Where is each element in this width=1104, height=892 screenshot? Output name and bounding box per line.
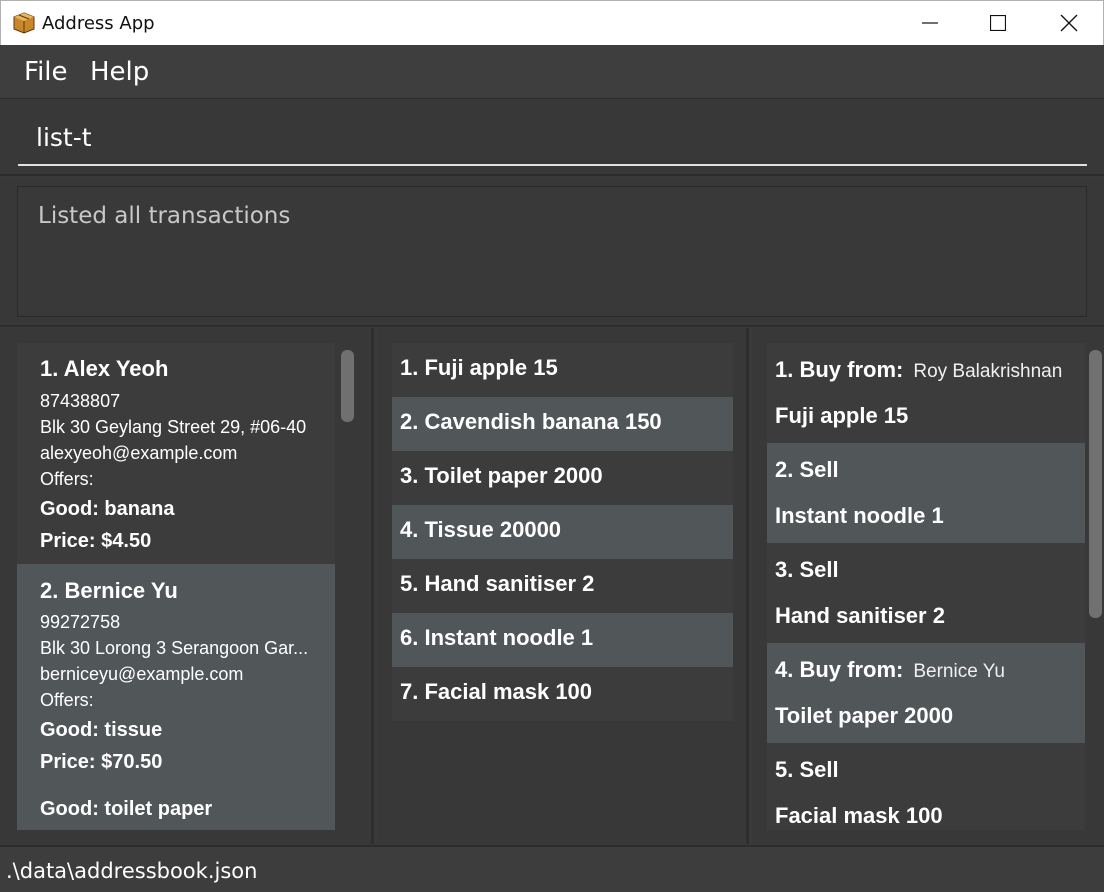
person-address: Blk 30 Lorong 3 Serangoon Gar...: [40, 638, 309, 658]
menu-bar: File Help: [0, 45, 1104, 99]
transaction-header: 5. Sell: [775, 757, 839, 783]
offer-good: Good: banana: [40, 498, 175, 520]
transaction-type: 2. Sell: [775, 457, 839, 482]
goods-label: 3. Toilet paper 2000: [400, 463, 603, 488]
transaction-list-scrollbar[interactable]: [1089, 350, 1102, 618]
transaction-good: Facial mask 100: [775, 803, 943, 828]
title-bar: Address App: [0, 0, 1104, 45]
transaction-party: Roy Balakrishnan: [913, 361, 1063, 382]
command-input[interactable]: [18, 110, 1087, 166]
goods-label: 5. Hand sanitiser 2: [400, 571, 595, 596]
transaction-header: 4. Buy from: Bernice Yu: [775, 657, 1005, 683]
menu-help[interactable]: Help: [90, 57, 149, 87]
person-email: berniceyu@example.com: [40, 664, 244, 684]
maximize-button[interactable]: [963, 1, 1033, 45]
offer-good: Good: tissue: [40, 719, 163, 741]
offer-price: Price: $70.50: [40, 751, 163, 773]
transaction-card[interactable]: 4. Buy from: Bernice Yu Toilet paper 2000: [767, 643, 1085, 743]
person-name: 2. Bernice Yu: [40, 578, 178, 603]
close-icon: [1060, 14, 1078, 32]
transaction-list[interactable]: 1. Buy from: Roy Balakrishnan Fuji apple …: [767, 343, 1085, 830]
goods-row[interactable]: 5. Hand sanitiser 2: [392, 559, 733, 613]
transaction-list-panel: 1. Buy from: Roy Balakrishnan Fuji apple …: [752, 328, 1104, 844]
person-card[interactable]: 1. Alex Yeoh 87438807 Blk 30 Geylang Str…: [17, 343, 335, 564]
transaction-good: Instant noodle 1: [775, 503, 944, 528]
offer-price: Price: $4.50: [40, 530, 152, 552]
minimize-icon: [922, 22, 938, 24]
transaction-header: 2. Sell: [775, 457, 839, 483]
goods-label: 1. Fuji apple 15: [400, 355, 558, 380]
transaction-party: Bernice Yu: [913, 661, 1005, 682]
person-address: Blk 30 Geylang Street 29, #06-40: [40, 417, 307, 437]
person-list[interactable]: 1. Alex Yeoh 87438807 Blk 30 Geylang Str…: [17, 343, 335, 830]
person-list-scrollbar[interactable]: [341, 350, 354, 422]
status-file-path: .\data\addressbook.json: [6, 859, 258, 883]
goods-list-panel: 1. Fuji apple 15 2. Cavendish banana 150…: [377, 328, 749, 844]
menu-file[interactable]: File: [24, 57, 68, 87]
offers-label: Offers:: [40, 690, 94, 710]
command-panel: [0, 100, 1104, 176]
offer-good: Good: toilet paper: [40, 798, 213, 820]
transaction-card[interactable]: 5. Sell Facial mask 100: [767, 743, 1085, 830]
maximize-icon: [990, 15, 1006, 31]
person-email: alexyeoh@example.com: [40, 443, 238, 463]
transaction-type: 5. Sell: [775, 757, 839, 782]
person-name: 1. Alex Yeoh: [40, 356, 169, 381]
minimize-button[interactable]: [895, 1, 965, 45]
goods-row[interactable]: 3. Toilet paper 2000: [392, 451, 733, 505]
transaction-card[interactable]: 3. Sell Hand sanitiser 2: [767, 543, 1085, 643]
status-bar: .\data\addressbook.json: [0, 845, 1104, 892]
person-phone: 99272758: [40, 612, 121, 632]
goods-row[interactable]: 1. Fuji apple 15: [392, 343, 733, 397]
transaction-header: 1. Buy from: Roy Balakrishnan: [775, 357, 1062, 383]
goods-label: 6. Instant noodle 1: [400, 625, 594, 650]
close-button[interactable]: [1034, 1, 1104, 45]
transaction-type: 3. Sell: [775, 557, 839, 582]
goods-row[interactable]: 2. Cavendish banana 150: [392, 397, 733, 451]
result-panel: Listed all transactions: [0, 177, 1104, 327]
transaction-good: Fuji apple 15: [775, 403, 909, 428]
transaction-type: 1. Buy from:: [775, 357, 904, 382]
goods-label: 4. Tissue 20000: [400, 517, 562, 542]
person-card[interactable]: 2. Bernice Yu 99272758 Blk 30 Lorong 3 S…: [17, 564, 335, 830]
goods-row[interactable]: 4. Tissue 20000: [392, 505, 733, 559]
result-display[interactable]: Listed all transactions: [17, 186, 1087, 317]
person-list-panel: 1. Alex Yeoh 87438807 Blk 30 Geylang Str…: [0, 328, 374, 844]
transaction-card[interactable]: 1. Buy from: Roy Balakrishnan Fuji apple …: [767, 343, 1085, 443]
goods-row[interactable]: 7. Facial mask 100: [392, 667, 733, 721]
transaction-type: 4. Buy from:: [775, 657, 904, 682]
goods-row[interactable]: 6. Instant noodle 1: [392, 613, 733, 667]
offers-label: Offers:: [40, 469, 94, 489]
transaction-header: 3. Sell: [775, 557, 839, 583]
window-title: Address App: [42, 13, 155, 34]
transaction-card[interactable]: 2. Sell Instant noodle 1: [767, 443, 1085, 543]
app-box-icon: [13, 12, 35, 34]
transaction-good: Hand sanitiser 2: [775, 603, 945, 628]
result-message: Listed all transactions: [38, 203, 291, 229]
person-phone: 87438807: [40, 391, 121, 411]
transaction-good: Toilet paper 2000: [775, 703, 954, 728]
goods-label: 7. Facial mask 100: [400, 679, 593, 704]
goods-label: 2. Cavendish banana 150: [400, 409, 662, 434]
